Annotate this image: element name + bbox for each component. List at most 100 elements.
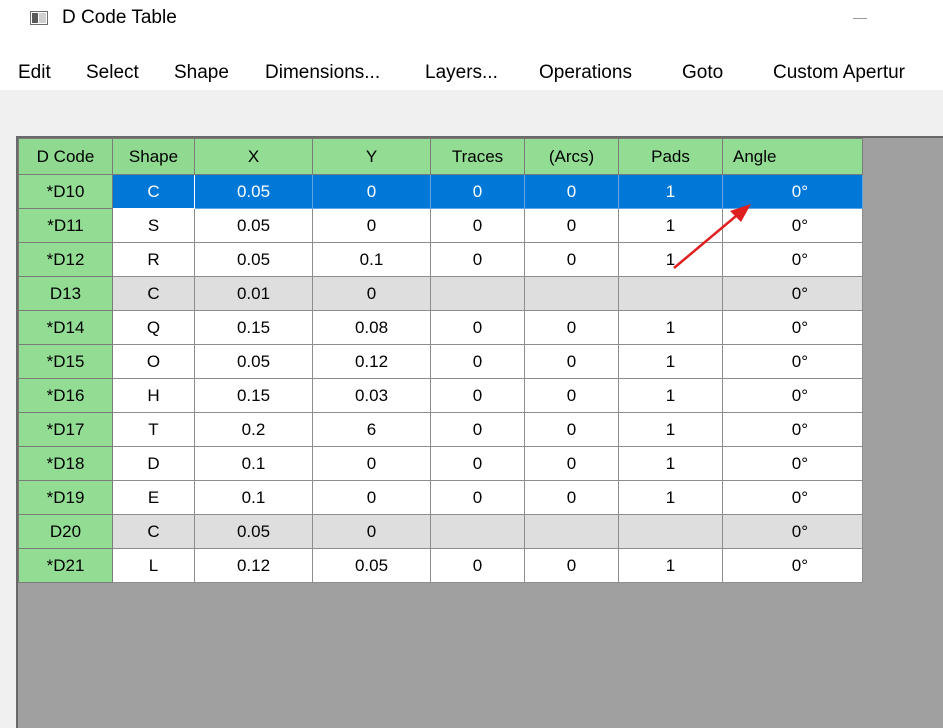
row-arcs[interactable]: 0 [524, 242, 619, 277]
row-pads[interactable]: 1 [618, 446, 723, 481]
header-arcs[interactable]: (Arcs) [524, 138, 619, 175]
row-x[interactable]: 0.01 [194, 276, 313, 311]
table-row[interactable]: *D18 D 0.1 0 0 0 1 0° [18, 446, 863, 481]
row-x[interactable]: 0.05 [194, 514, 313, 549]
row-shape[interactable]: H [112, 378, 195, 413]
row-y[interactable]: 0.12 [312, 344, 431, 379]
row-pads[interactable] [618, 514, 723, 549]
row-shape[interactable]: S [112, 208, 195, 243]
row-x[interactable]: 0.1 [194, 480, 313, 515]
row-y[interactable]: 0.1 [312, 242, 431, 277]
header-dcode[interactable]: D Code [18, 138, 113, 175]
row-angle[interactable]: 0° [722, 174, 863, 209]
minimize-icon[interactable] [853, 18, 867, 19]
row-traces[interactable] [430, 276, 525, 311]
row-arcs[interactable]: 0 [524, 208, 619, 243]
table-row[interactable]: *D12 R 0.05 0.1 0 0 1 0° [18, 242, 863, 277]
row-x[interactable]: 0.12 [194, 548, 313, 583]
header-angle[interactable]: Angle [722, 138, 863, 175]
table-row[interactable]: *D17 T 0.2 6 0 0 1 0° [18, 412, 863, 447]
row-y[interactable]: 0 [312, 208, 431, 243]
row-traces[interactable]: 0 [430, 174, 525, 209]
table-row[interactable]: *D16 H 0.15 0.03 0 0 1 0° [18, 378, 863, 413]
row-angle[interactable]: 0° [722, 208, 863, 243]
row-arcs[interactable]: 0 [524, 378, 619, 413]
row-y[interactable]: 0 [312, 514, 431, 549]
row-x[interactable]: 0.05 [194, 242, 313, 277]
menu-select[interactable]: Select [86, 60, 139, 86]
row-angle[interactable]: 0° [722, 344, 863, 379]
row-y[interactable]: 0.08 [312, 310, 431, 345]
table-row[interactable]: *D19 E 0.1 0 0 0 1 0° [18, 480, 863, 515]
menu-edit[interactable]: Edit [18, 60, 51, 86]
row-shape[interactable]: C [112, 514, 195, 549]
row-arcs[interactable]: 0 [524, 174, 619, 209]
row-dcode[interactable]: *D10 [18, 174, 113, 209]
row-dcode[interactable]: *D12 [18, 242, 113, 277]
row-y[interactable]: 0.03 [312, 378, 431, 413]
row-traces[interactable] [430, 514, 525, 549]
row-y[interactable]: 0 [312, 174, 431, 209]
row-x[interactable]: 0.05 [194, 208, 313, 243]
row-x[interactable]: 0.05 [194, 344, 313, 379]
row-angle[interactable]: 0° [722, 412, 863, 447]
menu-dimensions[interactable]: Dimensions... [265, 60, 380, 86]
header-pads[interactable]: Pads [618, 138, 723, 175]
row-dcode[interactable]: *D19 [18, 480, 113, 515]
row-angle[interactable]: 0° [722, 514, 863, 549]
row-pads[interactable]: 1 [618, 174, 723, 209]
row-dcode[interactable]: D20 [18, 514, 113, 549]
menu-layers[interactable]: Layers... [425, 60, 498, 86]
table-row[interactable]: *D21 L 0.12 0.05 0 0 1 0° [18, 548, 863, 583]
row-arcs[interactable]: 0 [524, 480, 619, 515]
row-traces[interactable]: 0 [430, 310, 525, 345]
row-pads[interactable]: 1 [618, 208, 723, 243]
row-shape[interactable]: Q [112, 310, 195, 345]
row-arcs[interactable]: 0 [524, 548, 619, 583]
row-arcs[interactable]: 0 [524, 412, 619, 447]
table-row[interactable]: *D10 C 0.05 0 0 0 1 0° [18, 174, 863, 209]
row-shape[interactable]: T [112, 412, 195, 447]
table-row[interactable]: *D15 O 0.05 0.12 0 0 1 0° [18, 344, 863, 379]
row-arcs[interactable] [524, 276, 619, 311]
row-traces[interactable]: 0 [430, 344, 525, 379]
row-arcs[interactable] [524, 514, 619, 549]
menu-operations[interactable]: Operations [539, 60, 632, 86]
menu-shape[interactable]: Shape [174, 60, 229, 86]
row-pads[interactable]: 1 [618, 548, 723, 583]
row-arcs[interactable]: 0 [524, 310, 619, 345]
row-traces[interactable]: 0 [430, 208, 525, 243]
row-traces[interactable]: 0 [430, 412, 525, 447]
menu-custom-aperture[interactable]: Custom Apertur [773, 60, 905, 86]
row-dcode[interactable]: D13 [18, 276, 113, 311]
row-traces[interactable]: 0 [430, 446, 525, 481]
row-arcs[interactable]: 0 [524, 446, 619, 481]
table-row[interactable]: D20 C 0.05 0 0° [18, 514, 863, 549]
row-shape[interactable]: R [112, 242, 195, 277]
row-pads[interactable] [618, 276, 723, 311]
row-traces[interactable]: 0 [430, 548, 525, 583]
row-x[interactable]: 0.2 [194, 412, 313, 447]
row-pads[interactable]: 1 [618, 344, 723, 379]
row-y[interactable]: 0 [312, 276, 431, 311]
row-y[interactable]: 0 [312, 480, 431, 515]
row-pads[interactable]: 1 [618, 310, 723, 345]
row-angle[interactable]: 0° [722, 276, 863, 311]
row-pads[interactable]: 1 [618, 242, 723, 277]
menu-goto[interactable]: Goto [682, 60, 723, 86]
row-shape[interactable]: D [112, 446, 195, 481]
row-pads[interactable]: 1 [618, 378, 723, 413]
row-y[interactable]: 0.05 [312, 548, 431, 583]
table-row[interactable]: *D14 Q 0.15 0.08 0 0 1 0° [18, 310, 863, 345]
row-shape[interactable]: C [112, 174, 195, 209]
row-shape[interactable]: L [112, 548, 195, 583]
row-angle[interactable]: 0° [722, 310, 863, 345]
row-dcode[interactable]: *D11 [18, 208, 113, 243]
row-arcs[interactable]: 0 [524, 344, 619, 379]
header-traces[interactable]: Traces [430, 138, 525, 175]
row-x[interactable]: 0.05 [194, 174, 313, 209]
row-shape[interactable]: C [112, 276, 195, 311]
row-dcode[interactable]: *D17 [18, 412, 113, 447]
row-x[interactable]: 0.15 [194, 310, 313, 345]
row-dcode[interactable]: *D21 [18, 548, 113, 583]
